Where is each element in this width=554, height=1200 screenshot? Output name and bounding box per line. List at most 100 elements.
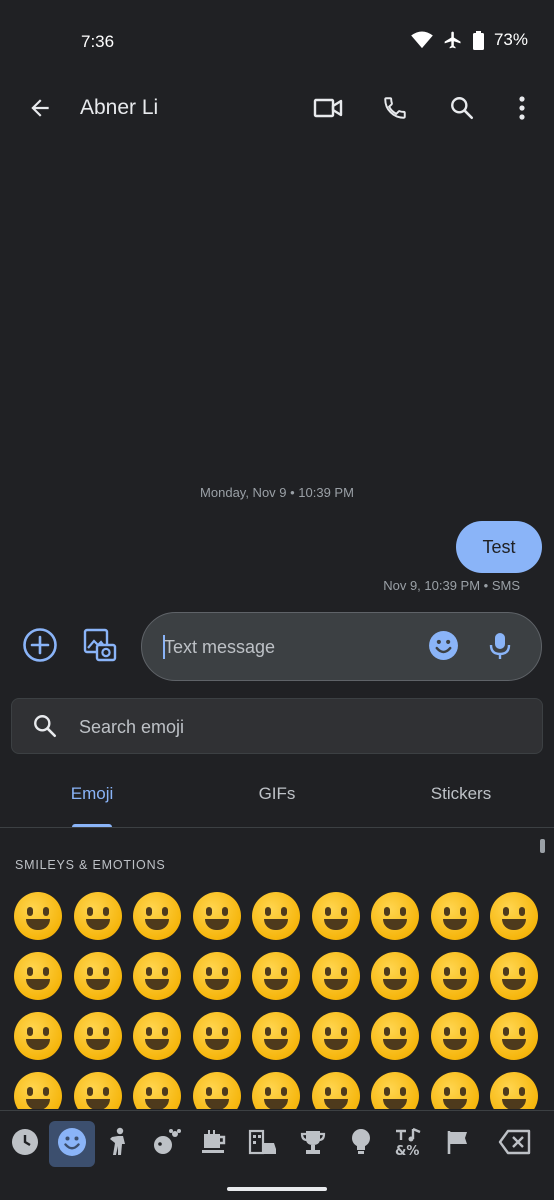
emoji-face-savoring-food[interactable] bbox=[249, 1009, 303, 1063]
category-recent-button[interactable] bbox=[2, 1121, 48, 1167]
emoji-upside-down[interactable] bbox=[130, 1009, 184, 1063]
emoji-grinning-smiling-eyes[interactable] bbox=[130, 889, 184, 943]
app-bar: Abner Li bbox=[0, 84, 554, 136]
kissing-face-icon bbox=[14, 952, 62, 1000]
voice-input-button[interactable] bbox=[482, 630, 518, 666]
tab-stickers[interactable]: Stickers bbox=[401, 784, 521, 804]
emoji-beaming-face[interactable] bbox=[190, 889, 244, 943]
category-travel-button[interactable] bbox=[240, 1121, 286, 1167]
raised-eyebrow-icon bbox=[73, 1072, 122, 1109]
add-attachment-button[interactable] bbox=[19, 626, 61, 668]
message-input-placeholder: Text message bbox=[164, 637, 276, 657]
emoji-search-field[interactable]: Search emoji bbox=[11, 698, 543, 754]
heart-eyes-icon bbox=[430, 952, 479, 1000]
emoji-persevering-face[interactable] bbox=[368, 1069, 422, 1109]
category-people-button[interactable] bbox=[96, 1121, 142, 1167]
hugging-face-icon bbox=[14, 1012, 62, 1060]
emoji-rolling-eyes[interactable] bbox=[190, 1069, 244, 1109]
emoji-rolling-laughing[interactable] bbox=[428, 889, 482, 943]
emoji-tears-of-joy[interactable] bbox=[368, 889, 422, 943]
person-icon bbox=[105, 1127, 133, 1162]
contact-name[interactable]: Abner Li bbox=[80, 96, 158, 120]
emoji-grid bbox=[11, 889, 551, 1109]
backspace-button[interactable] bbox=[492, 1121, 538, 1167]
category-activities-button[interactable] bbox=[290, 1121, 336, 1167]
symbols-icon: &% bbox=[394, 1127, 424, 1162]
emoji-hugging-face[interactable] bbox=[11, 1009, 65, 1063]
winking-icon bbox=[192, 1012, 241, 1060]
coffee-icon bbox=[200, 1128, 228, 1161]
monocle-face-icon bbox=[133, 1072, 181, 1109]
thinking-face-icon bbox=[14, 1072, 62, 1109]
message-bubble[interactable]: Test bbox=[456, 521, 542, 573]
emoji-zany-face[interactable] bbox=[487, 1009, 541, 1063]
kissing-smiling-eyes-icon bbox=[73, 952, 122, 1000]
search-button[interactable] bbox=[442, 90, 482, 130]
grinning-sweat-icon bbox=[311, 892, 360, 940]
emoji-kissing-face[interactable] bbox=[11, 949, 65, 1003]
emoji-slightly-smiling[interactable] bbox=[71, 1009, 125, 1063]
grinning-face-icon bbox=[14, 892, 62, 940]
tab-gifs[interactable]: GIFs bbox=[217, 784, 337, 804]
lightbulb-icon bbox=[349, 1127, 373, 1162]
phone-call-button[interactable] bbox=[375, 90, 415, 130]
gallery-camera-button[interactable] bbox=[79, 626, 121, 668]
emoji-unamused-face[interactable] bbox=[309, 1069, 363, 1109]
emoji-star-struck[interactable] bbox=[487, 949, 541, 1003]
video-call-button[interactable] bbox=[308, 90, 348, 130]
smiling-hearts-icon bbox=[371, 952, 419, 1000]
emoji-squinting-tongue[interactable] bbox=[368, 1009, 422, 1063]
more-options-button[interactable] bbox=[502, 90, 542, 130]
face-savoring-food-icon bbox=[252, 1012, 300, 1060]
emoji-raised-eyebrow[interactable] bbox=[71, 1069, 125, 1109]
backspace-icon bbox=[498, 1129, 532, 1160]
tab-indicator bbox=[72, 824, 112, 827]
category-flags-button[interactable] bbox=[435, 1121, 481, 1167]
emoji-relieved-face[interactable] bbox=[487, 1069, 541, 1109]
emoji-button[interactable] bbox=[425, 630, 461, 666]
upside-down-icon bbox=[133, 1012, 181, 1060]
emoji-squinting-face[interactable] bbox=[249, 889, 303, 943]
beaming-face-icon bbox=[192, 892, 241, 940]
clock-icon bbox=[11, 1128, 39, 1161]
tab-emoji[interactable]: Emoji bbox=[32, 784, 152, 804]
emoji-grinning-face[interactable] bbox=[11, 889, 65, 943]
emoji-monocle-face[interactable] bbox=[130, 1069, 184, 1109]
emoji-grinning-big-eyes[interactable] bbox=[71, 889, 125, 943]
picker-tabs: Emoji GIFs Stickers bbox=[0, 770, 554, 828]
back-button[interactable] bbox=[20, 90, 60, 130]
category-smileys-button[interactable] bbox=[49, 1121, 95, 1167]
rolling-laughing-icon bbox=[430, 892, 479, 940]
emoji-smirking-face[interactable] bbox=[249, 1069, 303, 1109]
emoji-pensive-face[interactable] bbox=[428, 1069, 482, 1109]
emoji-smiling-hearts[interactable] bbox=[368, 949, 422, 1003]
emoji-heart-eyes[interactable] bbox=[428, 949, 482, 1003]
emoji-smiling-face[interactable] bbox=[249, 949, 303, 1003]
emoji-loudly-crying[interactable] bbox=[487, 889, 541, 943]
emoji-face-with-tongue[interactable] bbox=[309, 1009, 363, 1063]
grinning-smiling-eyes-icon bbox=[133, 892, 181, 940]
emoji-winking[interactable] bbox=[190, 1009, 244, 1063]
category-symbols-button[interactable]: &% bbox=[386, 1121, 432, 1167]
category-objects-button[interactable] bbox=[338, 1121, 384, 1167]
gesture-navigation-bar[interactable] bbox=[227, 1187, 327, 1191]
emoji-face-blowing-kiss[interactable] bbox=[190, 949, 244, 1003]
relieved-face-icon bbox=[490, 1072, 538, 1109]
message-input[interactable]: Text message bbox=[141, 612, 542, 681]
squinting-face-icon bbox=[252, 892, 300, 940]
emoji-category-bar: &% bbox=[0, 1110, 554, 1176]
message-meta: Nov 9, 10:39 PM • SMS bbox=[383, 578, 520, 593]
category-animals-button[interactable] bbox=[144, 1121, 190, 1167]
category-food-button[interactable] bbox=[191, 1121, 237, 1167]
emoji-kissing-smiling-eyes[interactable] bbox=[71, 949, 125, 1003]
emoji-kissing-closed-eyes[interactable] bbox=[130, 949, 184, 1003]
emoji-grinning-sweat[interactable] bbox=[309, 889, 363, 943]
emoji-smiling-face-smiling-eyes[interactable] bbox=[309, 949, 363, 1003]
emoji-thinking-face[interactable] bbox=[11, 1069, 65, 1109]
emoji-winking-tongue[interactable] bbox=[428, 1009, 482, 1063]
scrollbar-thumb[interactable] bbox=[540, 839, 545, 853]
winking-tongue-icon bbox=[430, 1012, 479, 1060]
search-icon bbox=[32, 713, 58, 744]
emoji-panel[interactable]: SMILEYS & EMOTIONS bbox=[0, 829, 554, 1109]
svg-text:&%: &% bbox=[395, 1144, 419, 1157]
